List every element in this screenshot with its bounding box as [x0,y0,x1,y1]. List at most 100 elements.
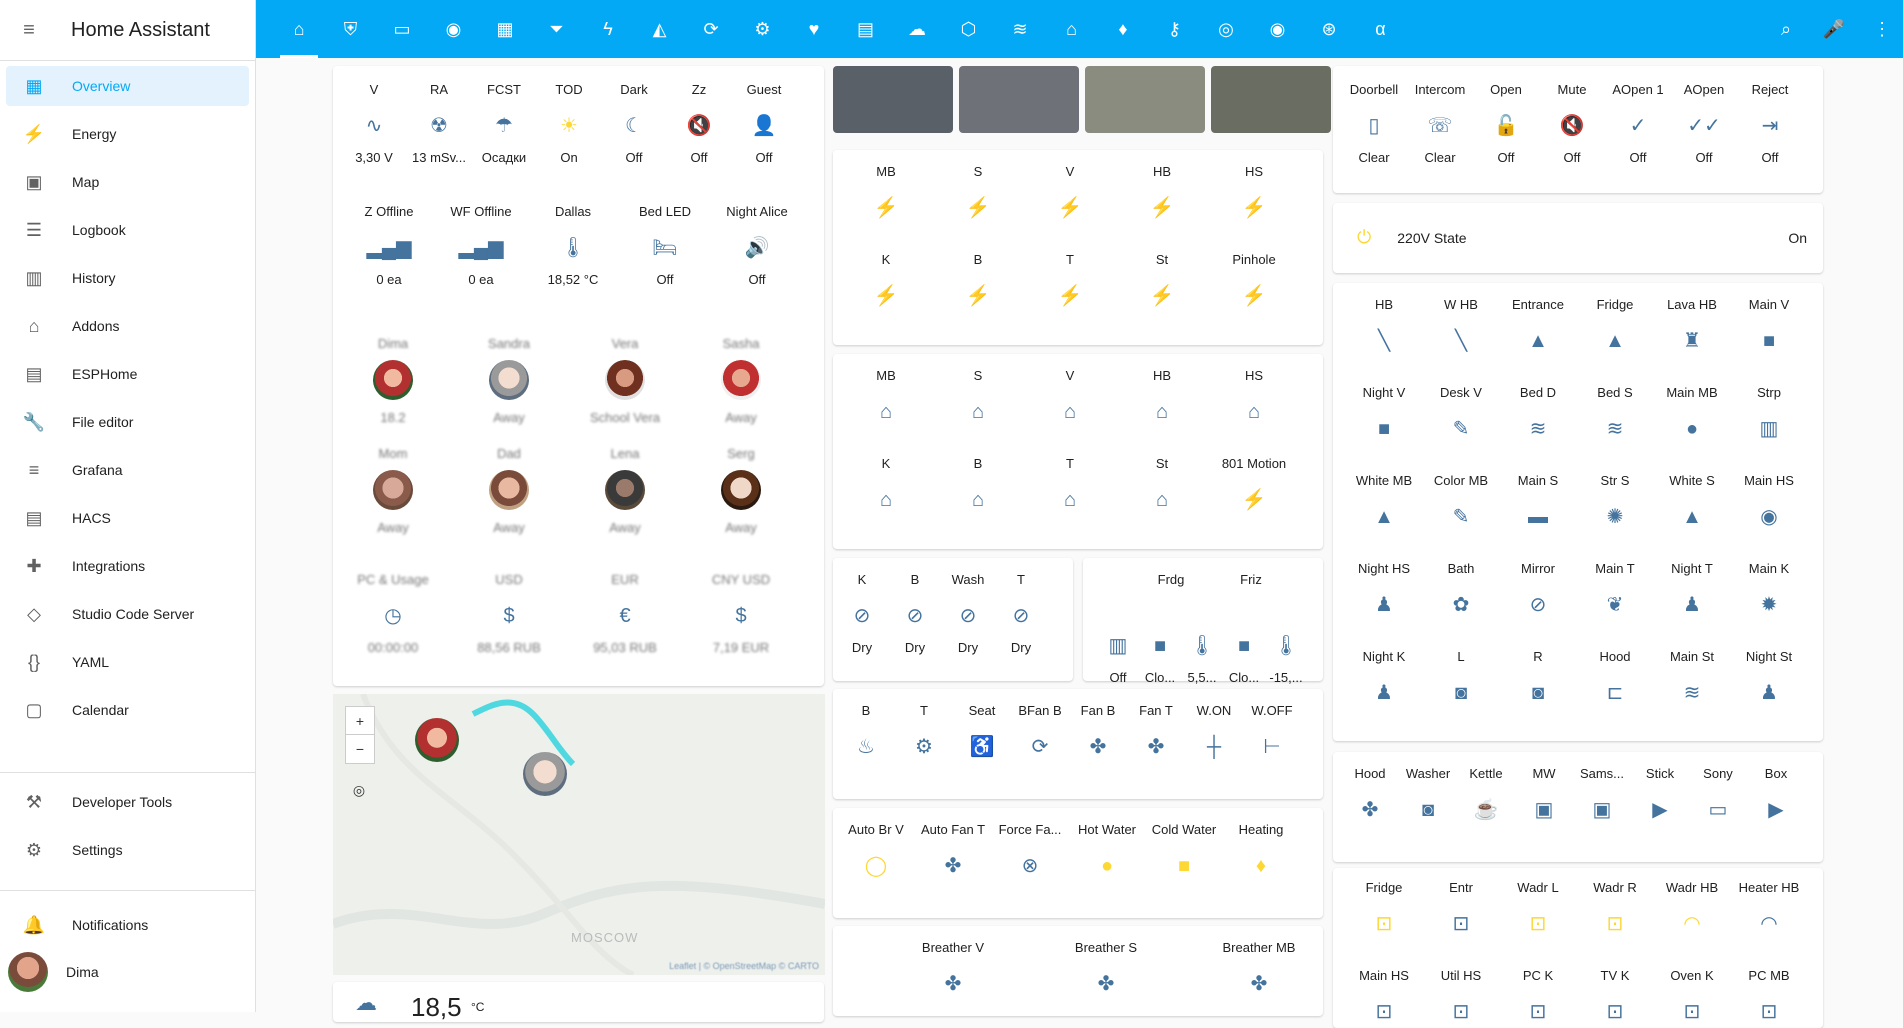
entity-night-hs[interactable]: Night HS ♟ [1347,561,1421,619]
entity-bed-led[interactable]: Bed LED 🛏 Off [627,204,703,290]
power-row[interactable]: ⏻ 220V State On [1357,227,1807,248]
entity-open[interactable]: Open 🔓 Off [1475,82,1537,168]
camera-thumbnail[interactable] [1211,66,1331,133]
entity-aopen-1[interactable]: AOpen 1 ✓ Off [1607,82,1669,168]
tab-water-icon[interactable]: ♦ [1104,10,1142,48]
entity-cold-water[interactable]: Cold Water ■ [1145,822,1223,880]
sidebar-item-studio-code-server[interactable]: ◇ Studio Code Server [6,594,249,634]
entity-dark[interactable]: Dark ☾ Off [603,82,665,168]
entity-mirror[interactable]: Mirror ⊘ [1501,561,1575,619]
entity-hood[interactable]: Hood ✤ [1341,766,1399,824]
entity-k[interactable]: K ⌂ [848,456,924,514]
sidebar-item-energy[interactable]: ⚡ Energy [6,114,249,154]
entity-intercom[interactable]: Intercom ☏ Clear [1409,82,1471,168]
entity-b[interactable]: B ⌂ [940,456,1016,514]
entity-hb[interactable]: HB ⚡ [1124,164,1200,222]
entity-aopen[interactable]: AOpen ✓✓ Off [1673,82,1735,168]
entity-t[interactable]: T ⚡ [1032,252,1108,310]
entity-tv-k[interactable]: TV K ⊡ [1578,968,1652,1026]
entity-strp[interactable]: Strp ▥ [1732,385,1806,443]
entity-main-v[interactable]: Main V ■ [1732,297,1806,355]
entity-pc-mb[interactable]: PC MB ⊡ [1732,968,1806,1026]
entity-white-s[interactable]: White S ▲ [1655,473,1729,531]
entity-vera[interactable]: Vera School Vera [587,336,663,428]
entity-cny-usd[interactable]: CNY USD $7,19 EUR [703,572,779,658]
entity-entrance[interactable]: Entrance ▲ [1501,297,1575,355]
entity-auto-fan-t[interactable]: Auto Fan T ✤ [914,822,992,880]
entity-hood[interactable]: Hood ⊏ [1578,649,1652,707]
sidebar-item-integrations[interactable]: ✚ Integrations [6,546,249,586]
entity-item[interactable]: 🌡 -15,... [1265,602,1307,688]
entity-night-st[interactable]: Night St ♟ [1732,649,1806,707]
entity-801-motion[interactable]: 801 Motion ⚡ [1216,456,1292,514]
entity-kettle[interactable]: Kettle ☕ [1457,766,1515,824]
entity-dad[interactable]: Dad Away [471,446,547,538]
sidebar-item-map[interactable]: ▣ Map [6,162,249,202]
entity-item[interactable]: ■ Clo... [1139,602,1181,688]
entity-bfan-b[interactable]: BFan B ⟳ [1011,703,1069,761]
tab-wifi-cog-icon[interactable]: ≋ [1001,10,1039,48]
entity-z-offline[interactable]: Z Offline ▂▄▆ 0 ea [351,204,427,290]
entity-fridge[interactable]: Fridge ⊡ [1347,880,1421,938]
entity-night-alice[interactable]: Night Alice 🔊 Off [719,204,795,290]
entity-sony[interactable]: Sony ▭ [1689,766,1747,824]
entity-eur[interactable]: EUR €95,03 RUB [587,572,663,658]
entity-breather-v[interactable]: Breather V ✤ [893,940,1013,998]
entity-dallas[interactable]: Dallas 🌡 18,52 °C [535,204,611,290]
sidebar-item-hacs[interactable]: ▤ HACS [6,498,249,538]
entity-b[interactable]: B ♨ [837,703,895,761]
tab-antenna-icon[interactable]: ⊛ [1310,10,1348,48]
entity-main-mb[interactable]: Main MB ● [1655,385,1729,443]
tab-rectangle-icon[interactable]: ▭ [383,10,421,48]
entity-reject[interactable]: Reject ⇥ Off [1739,82,1801,168]
entity-zz[interactable]: Zz 🔇 Off [668,82,730,168]
sidebar-item-overview[interactable]: ▦ Overview [6,66,249,106]
tab-cog-refresh-icon[interactable]: ⟳ [692,10,730,48]
entity-night-t[interactable]: Night T ♟ [1655,561,1729,619]
tab-floor-plan-icon[interactable]: ▦ [486,10,524,48]
menu-toggle-icon[interactable]: ≡ [7,8,51,52]
tab-esphome-icon[interactable]: ⬡ [950,10,988,48]
entity-fridge[interactable]: Fridge ▲ [1578,297,1652,355]
magnify-icon[interactable]: ⌕ [1767,10,1805,48]
tab-radiobox-icon[interactable]: ◎ [1207,10,1245,48]
entity-heating[interactable]: Heating ♦ [1222,822,1300,880]
sidebar-item-addons[interactable]: ⌂ Addons [6,306,249,346]
entity-wf-offline[interactable]: WF Offline ▂▄▆ 0 ea [443,204,519,290]
tab-robot-vacuum-icon[interactable]: ◭ [641,10,679,48]
entity-bath[interactable]: Bath ✿ [1424,561,1498,619]
tab-access-point-icon[interactable]: ◉ [1259,10,1297,48]
tab-key-icon[interactable]: ⚷ [1156,10,1194,48]
entity-seat[interactable]: Seat ♿ [953,703,1011,761]
entity-v[interactable]: V ⚡ [1032,164,1108,222]
camera-thumbnail[interactable] [833,66,953,133]
sidebar-item-file-editor[interactable]: 🔧 File editor [6,402,249,442]
entity-t[interactable]: T ⊘ Dry [996,572,1046,658]
entity-entr[interactable]: Entr ⊡ [1424,880,1498,938]
entity-night-k[interactable]: Night K ♟ [1347,649,1421,707]
sidebar-item-grafana[interactable]: ≡ Grafana [6,450,249,490]
map-card[interactable]: + − ◎ MOSCOW Leaflet | © OpenStreetMap ©… [333,694,825,975]
entity-sams-[interactable]: Sams... ▣ [1573,766,1631,824]
entity-fan-t[interactable]: Fan T ✤ [1127,703,1185,761]
tab-alpha-icon[interactable]: α [1362,10,1400,48]
entity-hot-water[interactable]: Hot Water ● [1068,822,1146,880]
tab-cog-icon[interactable]: ⚙ [744,10,782,48]
entity-main-k[interactable]: Main K ✹ [1732,561,1806,619]
entity-w-on[interactable]: W.ON ┼ [1185,703,1243,761]
entity-bed-s[interactable]: Bed S ≋ [1578,385,1652,443]
entity-hb[interactable]: HB ╲ [1347,297,1421,355]
entity-hs[interactable]: HS ⚡ [1216,164,1292,222]
entity-main-t[interactable]: Main T ❦ [1578,561,1652,619]
entity-ra[interactable]: RA ☢ 13 mSv... [408,82,470,168]
entity-color-mb[interactable]: Color MB ✎ [1424,473,1498,531]
entity-item[interactable]: 🌡 5,5... [1181,602,1223,688]
entity-lava-hb[interactable]: Lava HB ♜ [1655,297,1729,355]
entity-pc-usage[interactable]: PC & Usage ◷ 00:00:00 [355,572,431,658]
entity-hb[interactable]: HB ⌂ [1124,368,1200,426]
entity-k[interactable]: K ⊘ Dry [837,572,887,658]
tab-radio-icon[interactable]: ▤ [847,10,885,48]
sidebar-item-calendar[interactable]: ▢ Calendar [6,690,249,730]
weather-card[interactable]: ☁ 18,5 °C [333,982,824,1022]
entity-s[interactable]: S ⌂ [940,368,1016,426]
